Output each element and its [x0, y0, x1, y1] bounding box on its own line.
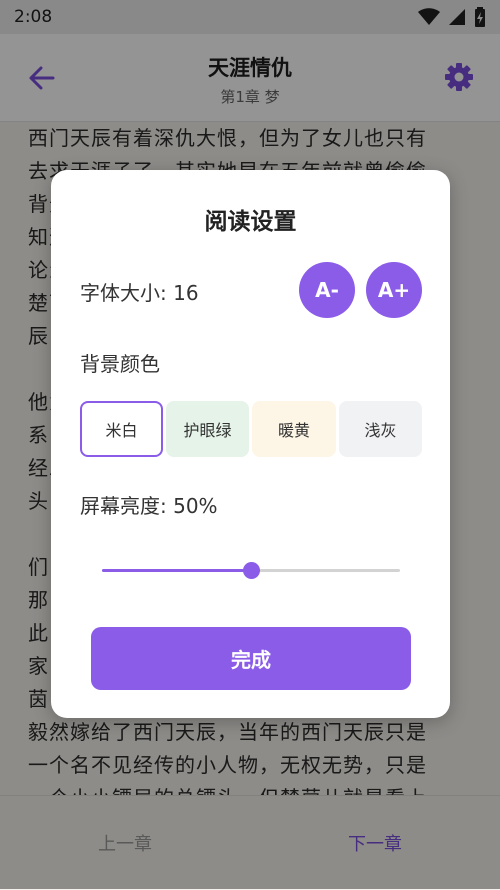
brightness-slider-fill: [102, 569, 251, 572]
background-color-label: 背景颜色: [80, 352, 160, 376]
swatch-rice-white[interactable]: 米白: [80, 401, 163, 457]
font-decrease-button[interactable]: A-: [299, 262, 355, 318]
swatch-light-gray[interactable]: 浅灰: [339, 401, 422, 457]
done-button[interactable]: 完成: [91, 627, 411, 690]
font-size-label: 字体大小: 16: [80, 281, 199, 305]
brightness-slider-thumb[interactable]: [243, 562, 260, 579]
swatch-warm-yellow[interactable]: 暖黄: [252, 401, 336, 457]
font-increase-button[interactable]: A+: [366, 262, 422, 318]
reading-settings-dialog: 阅读设置 字体大小: 16 A- A+ 背景颜色 米白 护眼绿 暖黄 浅灰 屏幕…: [51, 170, 450, 718]
brightness-slider[interactable]: [102, 562, 400, 579]
dialog-title: 阅读设置: [204, 209, 297, 235]
brightness-label: 屏幕亮度: 50%: [80, 494, 218, 518]
swatch-eye-green[interactable]: 护眼绿: [166, 401, 249, 457]
